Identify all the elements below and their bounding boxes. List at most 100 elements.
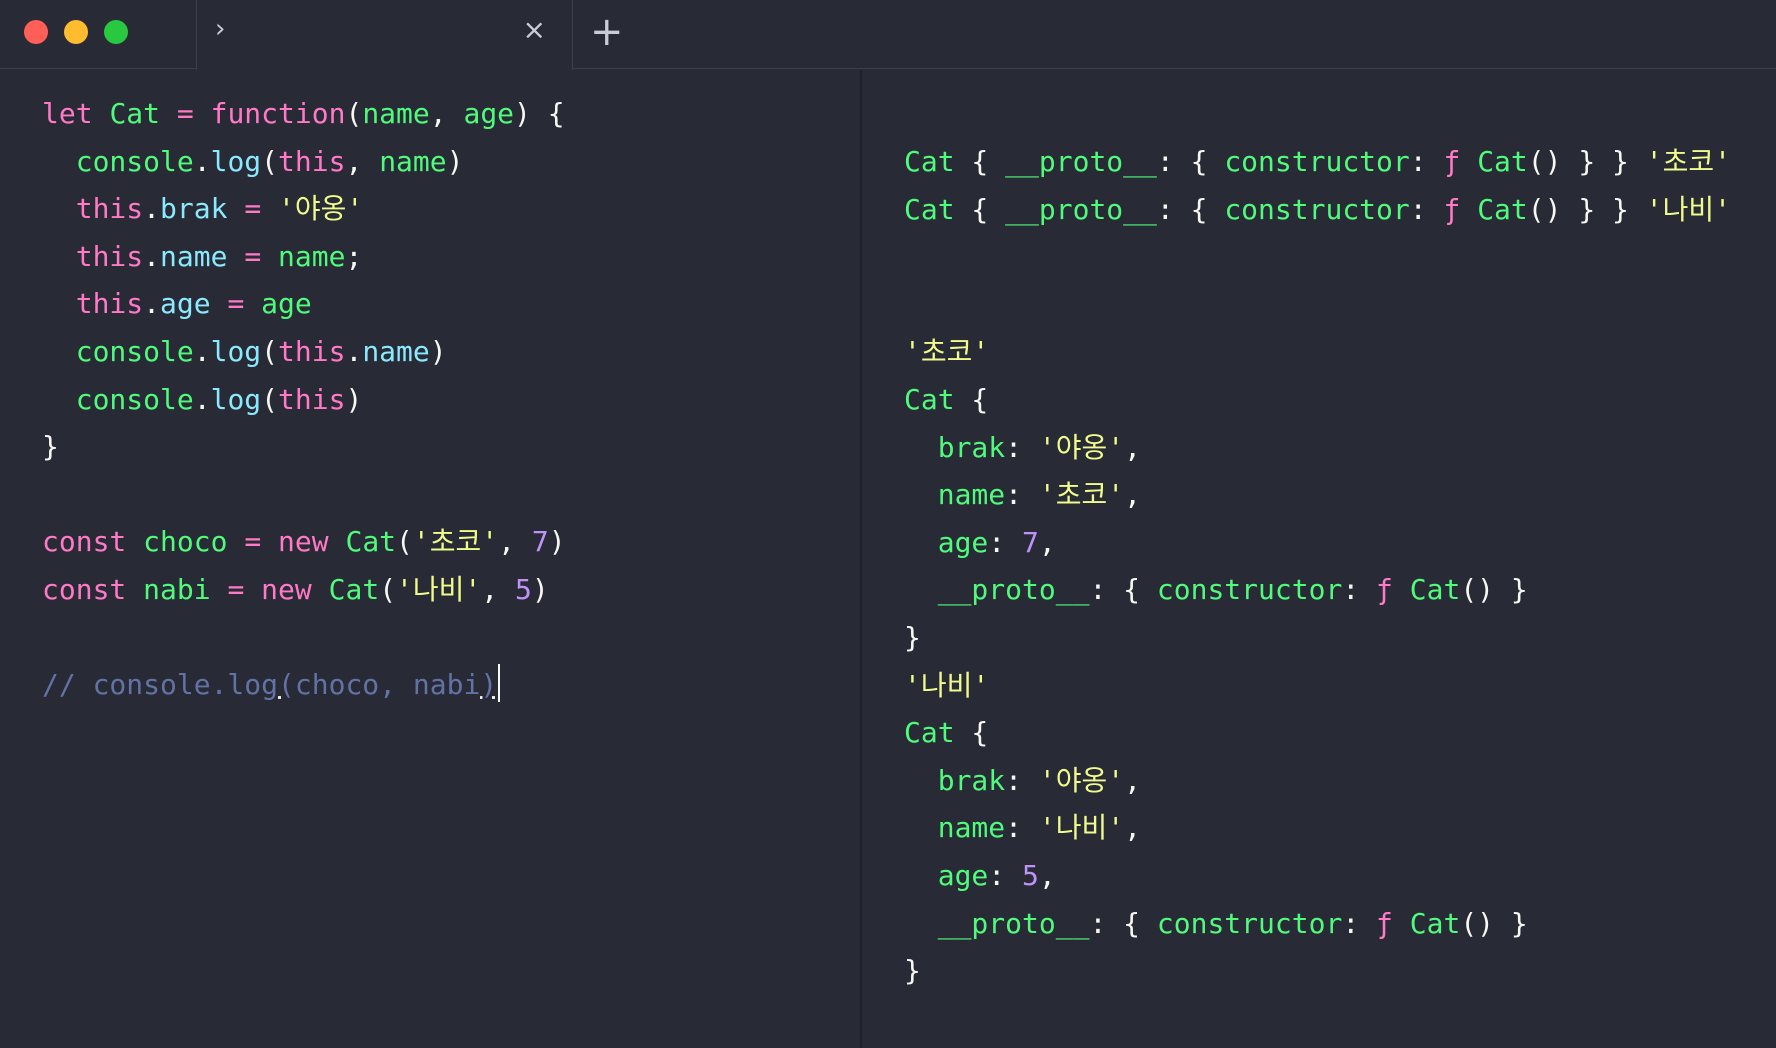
code-token: Cat xyxy=(345,525,397,559)
code-token: : xyxy=(1005,478,1039,512)
code-token: ( xyxy=(261,382,279,416)
code-token: ; xyxy=(345,239,363,273)
code-token: age xyxy=(463,97,515,130)
code-token: () } xyxy=(1460,906,1528,940)
code-token: name xyxy=(362,334,430,368)
code-token: '야옹' xyxy=(1038,430,1125,464)
code-line: console.log(this) xyxy=(42,376,566,424)
code-token: 5 xyxy=(1022,858,1039,892)
code-token: : xyxy=(1005,430,1039,464)
code-token: '나비' xyxy=(904,668,990,702)
close-tab-icon[interactable]: × xyxy=(523,13,546,46)
code-token: } xyxy=(42,430,59,464)
code-token: Cat xyxy=(904,192,955,226)
code-line: const nabi = new Cat('나비', 5) xyxy=(42,566,566,614)
code-token: log xyxy=(210,144,262,178)
code-token: constructor xyxy=(1224,192,1410,226)
code-token: name xyxy=(160,239,228,273)
code-token: : xyxy=(1342,906,1377,940)
code-token: ( xyxy=(396,525,413,559)
code-token: '나비' xyxy=(396,572,482,606)
code-token: 7 xyxy=(531,525,549,559)
code-token: '야옹' xyxy=(278,192,364,226)
code-token: console xyxy=(75,382,194,416)
code-token: log xyxy=(210,382,262,416)
output-line: } xyxy=(904,614,1731,662)
new-tab-button[interactable]: + xyxy=(590,8,624,56)
code-token: '초코' xyxy=(1645,145,1732,178)
code-token: this xyxy=(278,382,346,416)
minimize-window-button[interactable] xyxy=(64,20,88,44)
code-token: age xyxy=(937,858,989,892)
code-token: 7 xyxy=(1022,525,1039,559)
code-token: age xyxy=(160,287,211,321)
output-line: brak: '야옹', xyxy=(904,757,1731,805)
code-token: = xyxy=(227,572,245,606)
code-token: ( xyxy=(345,97,363,130)
code-token: Cat xyxy=(1409,906,1461,940)
code-line: this.brak = '야옹' xyxy=(42,185,566,233)
code-token: : xyxy=(988,858,1023,892)
code-token: '초코' xyxy=(412,525,499,559)
code-token: ) xyxy=(531,572,549,606)
code-token: , xyxy=(345,144,380,178)
code-token: name xyxy=(379,144,447,178)
code-line: let Cat = function(name, age) { xyxy=(42,90,566,138)
output-line: age: 5, xyxy=(904,852,1731,900)
chevron-right-icon: › xyxy=(215,14,226,44)
code-token: console xyxy=(75,334,194,368)
code-token: brak xyxy=(937,763,1006,797)
code-token: name xyxy=(937,478,1006,512)
tab-active[interactable]: › × xyxy=(196,0,573,70)
code-token: Cat xyxy=(328,572,380,606)
code-token: () } xyxy=(1460,573,1528,607)
code-editor[interactable]: let Cat = function(name, age) { console.… xyxy=(42,90,566,709)
code-token: = xyxy=(176,97,194,130)
maximize-window-button[interactable] xyxy=(104,20,128,44)
code-token: . xyxy=(193,382,211,416)
code-token: age xyxy=(937,525,989,559)
code-token: this xyxy=(75,287,144,321)
output-line: __proto__: { constructor: ƒ Cat() } xyxy=(904,900,1731,948)
code-token: let xyxy=(42,97,93,130)
code-token: ƒ xyxy=(1443,145,1461,178)
code-token: ) xyxy=(548,525,566,559)
code-token: : xyxy=(1409,145,1444,178)
code-token: = xyxy=(244,192,262,226)
code-token: ) xyxy=(446,144,464,178)
code-token: : { xyxy=(1156,145,1225,178)
code-line: this.age = age xyxy=(42,280,566,328)
code-token: ( xyxy=(261,144,279,178)
console-output: Cat { __proto__: { constructor: ƒ Cat() … xyxy=(904,138,1731,995)
text-cursor xyxy=(498,664,501,703)
code-token: ( xyxy=(379,572,397,606)
code-token: ) xyxy=(345,382,363,416)
code-token: . xyxy=(193,334,211,368)
code-token: constructor xyxy=(1224,145,1410,178)
code-line: const choco = new Cat('초코', 7) xyxy=(42,518,566,566)
code-token: Cat xyxy=(1477,145,1528,178)
code-token: . xyxy=(345,334,363,368)
code-token: . xyxy=(143,192,161,226)
code-token: '나비' xyxy=(1038,811,1125,845)
close-window-button[interactable] xyxy=(24,20,48,44)
code-token: Cat xyxy=(109,97,161,130)
code-token: this xyxy=(278,334,346,368)
code-token: '초코' xyxy=(1038,478,1125,512)
code-token: . xyxy=(143,287,161,321)
pane-divider[interactable] xyxy=(860,70,862,1048)
